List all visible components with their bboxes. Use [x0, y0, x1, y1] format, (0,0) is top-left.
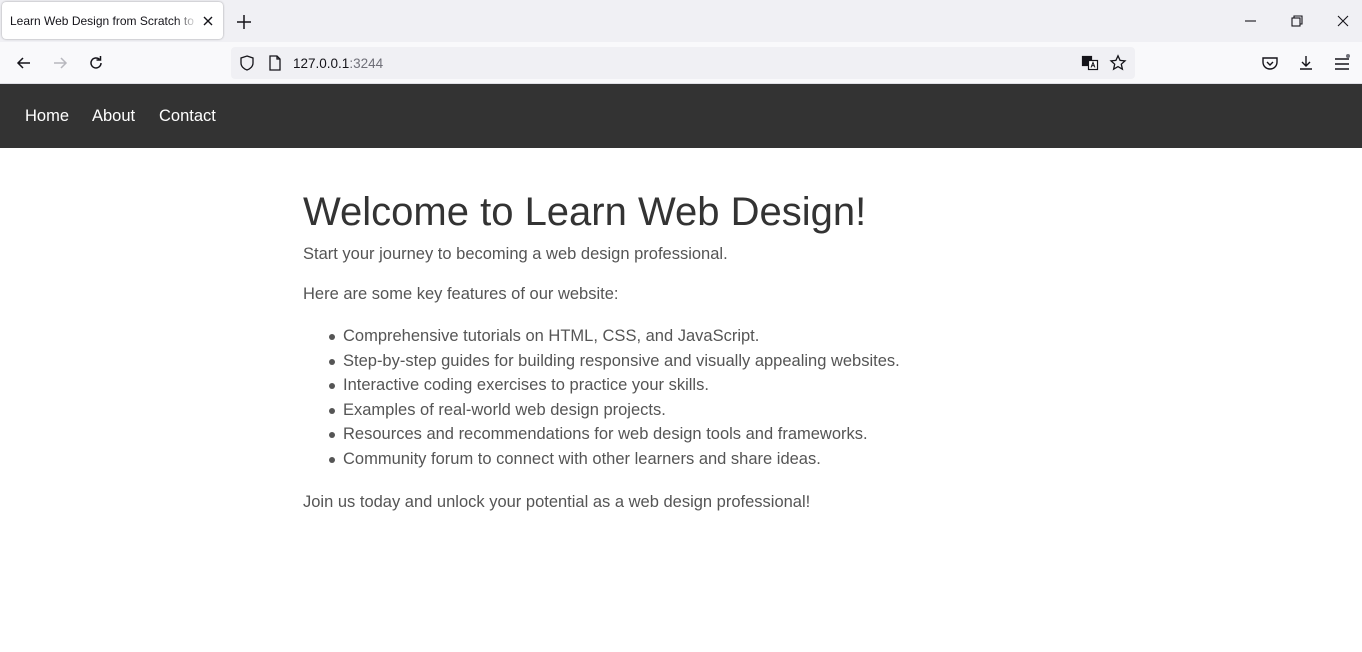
- nav-link-contact[interactable]: Contact: [159, 107, 216, 126]
- close-tab-icon[interactable]: [200, 13, 216, 29]
- downloads-icon[interactable]: [1296, 53, 1316, 73]
- back-arrow-icon[interactable]: [14, 53, 34, 73]
- forward-arrow-icon[interactable]: [50, 53, 70, 73]
- bookmark-star-icon[interactable]: [1109, 54, 1127, 72]
- restore-icon[interactable]: [1288, 12, 1306, 30]
- tracking-shield-icon[interactable]: [238, 54, 256, 72]
- features-list: Comprehensive tutorials on HTML, CSS, an…: [303, 324, 1043, 472]
- intro-text: Start your journey to becoming a web des…: [303, 245, 728, 263]
- features-intro-text: Here are some key features of our websit…: [303, 285, 619, 303]
- tab-title: Learn Web Design from Scratch to Pro: [10, 14, 198, 28]
- browser-tab-active[interactable]: Learn Web Design from Scratch to Pro: [2, 2, 223, 39]
- address-bar[interactable]: 127.0.0.1:3244: [231, 47, 1135, 79]
- feature-item: Examples of real-world web design projec…: [303, 398, 1043, 423]
- pocket-icon[interactable]: [1260, 53, 1280, 73]
- minimize-icon[interactable]: [1242, 12, 1260, 30]
- browser-tab-strip: Learn Web Design from Scratch to Pro: [0, 0, 1362, 42]
- translate-icon[interactable]: [1081, 54, 1099, 72]
- nav-link-about[interactable]: About: [92, 107, 135, 126]
- main-content: Welcome to Learn Web Design! Start your …: [303, 188, 1043, 532]
- url-port: :3244: [349, 56, 384, 71]
- page-heading: Welcome to Learn Web Design!: [303, 190, 867, 234]
- new-tab-plus-icon[interactable]: [234, 12, 254, 32]
- url-host: 127.0.0.1: [293, 56, 350, 71]
- url-text[interactable]: 127.0.0.1:3244: [293, 56, 383, 71]
- page-info-icon[interactable]: [266, 54, 284, 72]
- menu-hamburger-icon[interactable]: [1332, 53, 1352, 73]
- nav-link-home[interactable]: Home: [25, 107, 69, 126]
- browser-toolbar: 127.0.0.1:3244: [0, 42, 1362, 84]
- site-navigation: Home About Contact: [0, 84, 1362, 148]
- feature-item: Resources and recommendations for web de…: [303, 422, 1043, 447]
- feature-item: Step-by-step guides for building respons…: [303, 349, 1043, 374]
- feature-item: Interactive coding exercises to practice…: [303, 373, 1043, 398]
- feature-item: Community forum to connect with other le…: [303, 447, 1043, 472]
- reload-icon[interactable]: [86, 53, 106, 73]
- feature-item: Comprehensive tutorials on HTML, CSS, an…: [303, 324, 1043, 349]
- closing-text: Join us today and unlock your potential …: [303, 492, 811, 511]
- close-window-icon[interactable]: [1334, 12, 1352, 30]
